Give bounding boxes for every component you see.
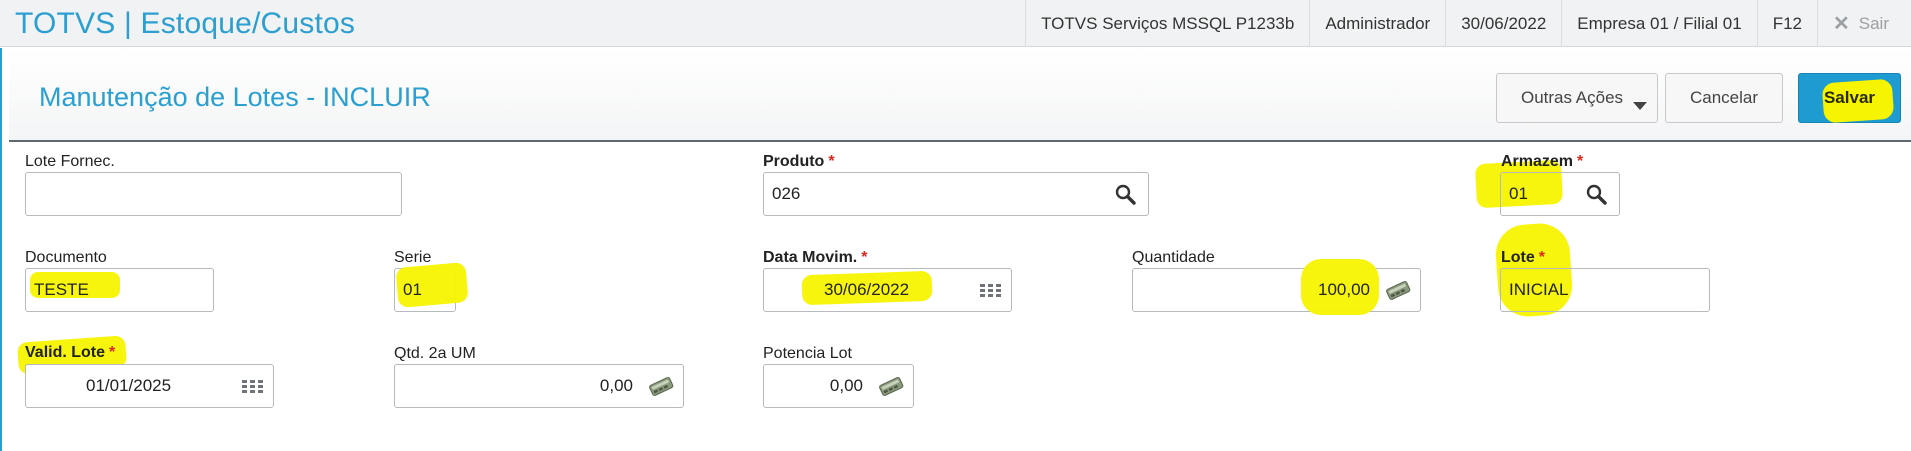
logout-label: Sair: [1858, 13, 1889, 33]
search-icon[interactable]: [1585, 183, 1609, 205]
page-title: Manutenção de Lotes - INCLUIR: [39, 82, 431, 112]
documento-label: Documento: [25, 249, 107, 266]
data-movim-label: Data Movim. *: [763, 249, 867, 267]
user-info[interactable]: Administrador: [1309, 0, 1445, 47]
date-info[interactable]: 30/06/2022: [1445, 0, 1561, 47]
other-actions-label: Outras Ações: [1520, 88, 1624, 107]
app-title: TOTVS | Estoque/Custos: [15, 7, 356, 40]
search-icon[interactable]: [1114, 183, 1138, 205]
calculator-icon[interactable]: [877, 375, 905, 397]
close-icon: ✕: [1833, 13, 1850, 35]
data-movim-input[interactable]: 30/06/2022: [763, 268, 1012, 312]
lote-label-text: Lote: [1501, 249, 1535, 266]
produto-label-text: Produto: [763, 153, 825, 170]
potencia-lot-label: Potencia Lot: [763, 345, 852, 362]
valid-lote-value: 01/01/2025: [86, 376, 172, 395]
save-label: Salvar: [1823, 88, 1876, 107]
lote-label: Lote *: [1501, 249, 1545, 267]
serie-label: Serie: [394, 249, 432, 266]
produto-input[interactable]: 026: [763, 172, 1149, 216]
required-marker: *: [861, 249, 868, 266]
documento-value: TESTE: [34, 280, 89, 299]
armazem-label-text: Armazem: [1501, 153, 1574, 170]
valid-lote-input[interactable]: 01/01/2025: [25, 364, 274, 408]
top-bar: TOTVS | Estoque/Custos TOTVS Serviços MS…: [0, 0, 1911, 47]
valid-lote-label: Valid. Lote *: [25, 344, 115, 362]
calculator-icon[interactable]: [1384, 279, 1412, 301]
produto-label: Produto *: [763, 153, 835, 171]
documento-input[interactable]: TESTE: [25, 268, 214, 312]
shortcut-f12[interactable]: F12: [1756, 0, 1817, 47]
lote-value: INICIAL: [1509, 280, 1569, 299]
qtd-2a-um-input[interactable]: 0,00: [394, 364, 684, 408]
caret-down-icon: [1633, 102, 1647, 110]
calendar-icon[interactable]: [241, 375, 265, 397]
potencia-lot-input[interactable]: 0,00: [763, 364, 914, 408]
server-info[interactable]: TOTVS Serviços MSSQL P1233b: [1025, 0, 1309, 47]
quantidade-input[interactable]: 100,00: [1132, 259, 1421, 315]
lote-fornec-label: Lote Fornec.: [25, 153, 115, 170]
save-button[interactable]: Salvar: [1798, 73, 1901, 124]
data-movim-value: 30/06/2022: [824, 280, 910, 299]
qtd-2a-um-label: Qtd. 2a UM: [394, 345, 476, 362]
armazem-input[interactable]: 01: [1500, 172, 1620, 216]
company-info[interactable]: Empresa 01 / Filial 01: [1561, 0, 1756, 47]
data-movim-label-text: Data Movim.: [763, 249, 858, 266]
required-marker: *: [109, 344, 116, 361]
serie-input[interactable]: 01: [394, 262, 469, 312]
required-marker: *: [1577, 153, 1584, 170]
logout-button[interactable]: ✕ Sair: [1817, 0, 1911, 47]
required-marker: *: [828, 153, 835, 170]
armazem-value: 01: [1509, 184, 1528, 203]
lote-input[interactable]: INICIAL: [1500, 268, 1710, 312]
lote-fornec-input[interactable]: [25, 172, 402, 216]
quantidade-value: 100,00: [1318, 280, 1370, 299]
qtd-2a-um-value: 0,00: [599, 376, 633, 395]
cancel-button[interactable]: Cancelar: [1665, 73, 1783, 123]
calculator-icon[interactable]: [647, 375, 675, 397]
calendar-icon[interactable]: [979, 279, 1003, 301]
quantidade-label: Quantidade: [1132, 249, 1215, 266]
serie-value: 01: [403, 280, 422, 299]
top-bar-items: TOTVS Serviços MSSQL P1233b Administrado…: [1025, 0, 1911, 47]
left-stripe: [0, 48, 2, 451]
valid-lote-label-text: Valid. Lote: [25, 344, 106, 361]
potencia-lot-value: 0,00: [829, 376, 863, 395]
required-marker: *: [1538, 249, 1546, 266]
produto-value: 026: [772, 184, 801, 203]
other-actions-button[interactable]: Outras Ações: [1496, 73, 1658, 123]
page-header: Manutenção de Lotes - INCLUIR Outras Açõ…: [9, 48, 1911, 142]
armazem-label: Armazem *: [1501, 153, 1583, 171]
